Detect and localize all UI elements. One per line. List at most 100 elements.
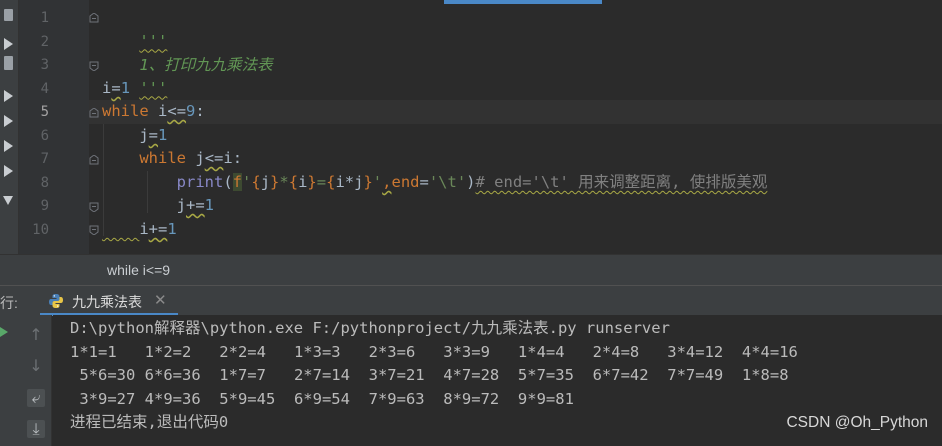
fstring-prefix: f (232, 173, 243, 191)
line-number: 4 (40, 80, 49, 97)
breadcrumb-item[interactable]: while i<=9 (107, 262, 170, 278)
code-line-3[interactable]: ''' (102, 53, 167, 97)
number-literal: 1 (158, 126, 168, 144)
line-number: 2 (40, 33, 49, 50)
expand-arrow-icon[interactable] (4, 115, 13, 127)
keyword-argument: end (391, 173, 420, 191)
variable: i (158, 102, 168, 120)
line-gutter: 1 2 3 4 5 6 7 8 9 10 (19, 0, 89, 254)
operator: = (419, 173, 429, 191)
fold-end-marker-icon[interactable] (89, 202, 99, 212)
run-toolbar: ↑ ↓ ⤶ ⤓ (19, 315, 52, 446)
code-line-5[interactable]: while i<=9: (102, 100, 205, 124)
fold-marker-icon[interactable] (89, 13, 99, 23)
code-line-2[interactable]: 1、打印九九乘法表 (102, 30, 272, 74)
close-icon[interactable]: ✕ (154, 291, 167, 309)
console-line: 进程已结束,退出代码0 (70, 413, 229, 431)
line-comment: # end='\t' 用来调整距离, 使排版美观 (475, 173, 768, 191)
code-line-9[interactable]: j+=1 (102, 194, 214, 218)
number-literal: 1 (204, 196, 215, 214)
line-number: 10 (32, 221, 49, 238)
code-editor[interactable]: 1 2 3 4 5 6 7 8 9 10 ''' 1、打印九九乘法表 ''' i… (19, 0, 942, 254)
variable: j (139, 126, 149, 144)
keyword: while (102, 102, 149, 120)
paren: ( (223, 173, 233, 191)
rerun-icon[interactable] (0, 327, 8, 337)
fstring-brace: { (288, 173, 299, 191)
operator: = (111, 79, 121, 97)
variable: j (260, 173, 271, 191)
string-literal: '\t' (428, 173, 467, 191)
expand-arrow-icon[interactable] (4, 38, 13, 50)
variable: j (195, 149, 205, 167)
down-arrow-icon[interactable]: ↓ (27, 357, 45, 375)
expression: i*j (335, 173, 364, 191)
variable: i (139, 220, 149, 238)
colon: : (195, 102, 205, 120)
up-arrow-icon[interactable]: ↑ (27, 326, 45, 344)
python-icon (49, 294, 63, 308)
breadcrumb[interactable]: while i<=9 (0, 254, 942, 285)
current-line-highlight (89, 100, 942, 124)
scroll-to-end-icon[interactable]: ⤓ (27, 420, 45, 438)
code-line-10[interactable]: i+=1 (102, 218, 177, 242)
variable: j (176, 196, 186, 214)
expand-arrow-icon[interactable] (4, 165, 13, 177)
fold-end-marker-icon[interactable] (89, 225, 99, 235)
code-line-8[interactable]: print(f'{j}*{i}={i*j}',end='\t')# end='\… (102, 171, 767, 195)
line-number: 8 (40, 174, 49, 191)
expand-arrow-icon[interactable] (4, 140, 13, 152)
line-number: 6 (40, 127, 49, 144)
tab-run-config[interactable]: 九九乘法表 ✕ (40, 286, 178, 316)
code-line-7[interactable]: while j<=i: (102, 147, 242, 171)
string-text: * (279, 173, 289, 191)
soft-wrap-icon[interactable]: ⤶ (27, 389, 45, 407)
fstring-brace: { (251, 173, 261, 191)
collapse-arrow-icon[interactable] (3, 196, 13, 205)
expression: i: (223, 149, 243, 167)
number-literal: 1 (120, 79, 131, 97)
watermark: CSDN @Oh_Python (786, 414, 928, 431)
string-text: = (316, 173, 327, 191)
operator: <= (204, 149, 224, 167)
fold-marker-icon[interactable] (89, 108, 99, 118)
fold-end-marker-icon[interactable] (89, 61, 99, 71)
file-structure-icon[interactable] (4, 9, 13, 21)
scroll-indicator (444, 0, 602, 4)
line-number: 3 (40, 57, 49, 73)
console-line: 5*6=30 6*6=36 1*7=7 2*7=14 3*7=21 4*7=28… (70, 366, 789, 384)
run-side-strip (0, 315, 19, 446)
code-line-1[interactable]: ''' (102, 6, 167, 50)
operator: = (148, 126, 159, 144)
docstring: ''' (139, 78, 168, 97)
console-line: 1*1=1 1*2=2 2*2=4 1*3=3 2*3=6 3*3=9 1*4=… (70, 343, 798, 361)
keyword: while (139, 149, 186, 167)
string-quote: ' (242, 173, 252, 191)
line-number-current: 5 (40, 104, 49, 120)
console-line: 3*9=27 4*9=36 5*9=45 6*9=54 7*9=63 8*9=7… (70, 390, 574, 408)
variable: i (102, 79, 112, 97)
string-quote: ' (372, 173, 383, 191)
expand-arrow-icon[interactable] (4, 90, 13, 102)
operator: <= (167, 102, 187, 120)
fold-marker-icon[interactable] (89, 155, 99, 165)
operator: += (186, 196, 205, 214)
operator: += (148, 220, 168, 238)
paren: ) (466, 173, 476, 191)
tab-label: 九九乘法表 (72, 294, 142, 310)
code-line-6[interactable]: j=1 (102, 124, 167, 148)
run-tool-window-header: 运行: 九九乘法表 ✕ (0, 285, 942, 316)
fstring-brace: } (307, 173, 317, 191)
number-literal: 1 (167, 220, 177, 238)
code-line-4[interactable]: i=1 (102, 77, 130, 101)
line-number: 9 (40, 198, 49, 214)
bookmark-icon[interactable] (4, 56, 13, 70)
line-number: 1 (40, 10, 49, 26)
